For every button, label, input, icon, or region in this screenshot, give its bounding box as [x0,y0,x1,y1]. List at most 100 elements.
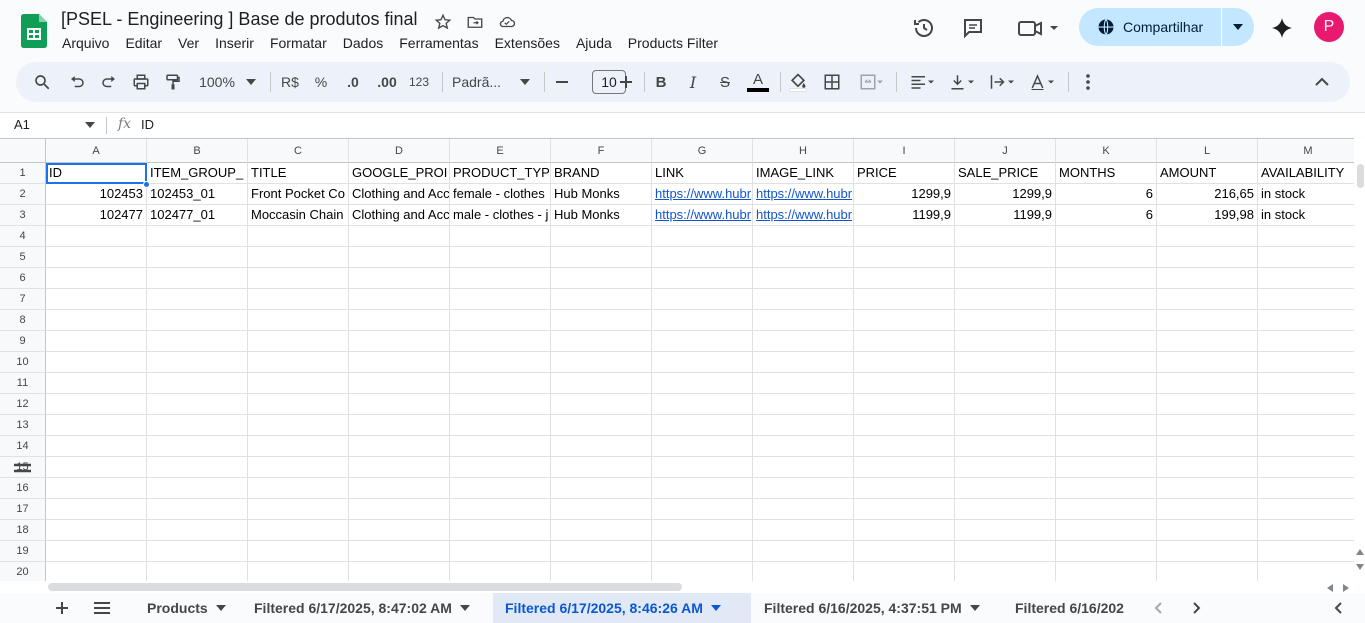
vertical-scroll-thumb[interactable] [1357,164,1364,188]
name-box-caret-icon[interactable] [85,122,95,128]
cell-e7[interactable] [450,289,551,310]
row-header-18[interactable]: 18 [0,520,46,541]
cell-m20[interactable] [1258,562,1354,581]
comments-icon[interactable] [958,13,988,43]
cell-h10[interactable] [753,352,854,373]
cell-d10[interactable] [349,352,450,373]
cell-e12[interactable] [450,394,551,415]
sheet-tab-2[interactable]: Filtered 6/17/2025, 8:47:02 AM [242,593,492,623]
cell-b4[interactable] [147,226,248,247]
cell-i14[interactable] [854,436,955,457]
cell-k2[interactable]: 6 [1056,184,1157,205]
sheet-tab-caret-icon[interactable] [710,605,721,611]
cell-c14[interactable] [248,436,349,457]
cell-a15[interactable] [46,457,147,478]
cell-h20[interactable] [753,562,854,581]
cell-b9[interactable] [147,331,248,352]
cell-f14[interactable] [551,436,652,457]
cell-a16[interactable] [46,478,147,499]
cell-f13[interactable] [551,415,652,436]
cell-h17[interactable] [753,499,854,520]
cell-c20[interactable] [248,562,349,581]
cell-d8[interactable] [349,310,450,331]
cell-i6[interactable] [854,268,955,289]
row-header-13[interactable]: 13 [0,415,46,436]
cell-e16[interactable] [450,478,551,499]
cell-c10[interactable] [248,352,349,373]
cell-h4[interactable] [753,226,854,247]
cell-k19[interactable] [1056,541,1157,562]
cell-m17[interactable] [1258,499,1354,520]
cell-i7[interactable] [854,289,955,310]
cell-m19[interactable] [1258,541,1354,562]
cell-a14[interactable] [46,436,147,457]
cell-d3[interactable]: Clothing and Acc [349,205,450,226]
strikethrough-button[interactable]: S [714,70,736,94]
cell-k12[interactable] [1056,394,1157,415]
cell-c13[interactable] [248,415,349,436]
cell-i5[interactable] [854,247,955,268]
cell-d11[interactable] [349,373,450,394]
cell-e3[interactable]: male - clothes - j [450,205,551,226]
cell-g4[interactable] [652,226,753,247]
cell-c6[interactable] [248,268,349,289]
cell-a9[interactable] [46,331,147,352]
freeze-rows-handle-icon[interactable] [14,463,31,473]
cell-d2[interactable]: Clothing and Acc [349,184,450,205]
cell-j20[interactable] [955,562,1056,581]
cell-l19[interactable] [1157,541,1258,562]
cell-d7[interactable] [349,289,450,310]
cell-l6[interactable] [1157,268,1258,289]
cell-d16[interactable] [349,478,450,499]
redo-icon[interactable] [97,70,121,94]
cell-e20[interactable] [450,562,551,581]
cell-g10[interactable] [652,352,753,373]
cell-c3[interactable]: Moccasin Chain [248,205,349,226]
cell-c16[interactable] [248,478,349,499]
increase-decimal-button[interactable]: .00 [372,70,402,94]
cell-j1[interactable]: SALE_PRICE [955,163,1056,184]
cell-f15[interactable] [551,457,652,478]
cell-l16[interactable] [1157,478,1258,499]
cell-j6[interactable] [955,268,1056,289]
cell-k14[interactable] [1056,436,1157,457]
cell-m2[interactable]: in stock [1258,184,1354,205]
cell-k1[interactable]: MONTHS [1056,163,1157,184]
more-formats-button[interactable]: 123 [406,70,432,94]
row-header-8[interactable]: 8 [0,310,46,331]
cell-e4[interactable] [450,226,551,247]
column-header-a[interactable]: A [46,139,147,163]
row-header-14[interactable]: 14 [0,436,46,457]
cell-j15[interactable] [955,457,1056,478]
cell-l11[interactable] [1157,373,1258,394]
row-header-3[interactable]: 3 [0,205,46,226]
cell-b3[interactable]: 102477_01 [147,205,248,226]
row-header-11[interactable]: 11 [0,373,46,394]
all-sheets-menu-icon[interactable] [90,598,114,618]
cell-j16[interactable] [955,478,1056,499]
scroll-right-arrow-icon[interactable] [1343,584,1349,592]
cell-d4[interactable] [349,226,450,247]
row-header-19[interactable]: 19 [0,541,46,562]
side-panel-collapse-icon[interactable] [1326,598,1350,618]
cell-j2[interactable]: 1299,9 [955,184,1056,205]
cell-j13[interactable] [955,415,1056,436]
italic-button[interactable]: I [682,70,704,94]
cell-d19[interactable] [349,541,450,562]
cell-j3[interactable]: 1199,9 [955,205,1056,226]
cell-f2[interactable]: Hub Monks [551,184,652,205]
menu-arquivo[interactable]: Arquivo [54,33,117,53]
cell-l5[interactable] [1157,247,1258,268]
undo-icon[interactable] [65,70,89,94]
merge-cells-icon[interactable] [854,70,888,94]
menu-editar[interactable]: Editar [117,33,170,53]
cell-l8[interactable] [1157,310,1258,331]
cell-c8[interactable] [248,310,349,331]
cell-h3[interactable]: https://www.hubr [753,205,854,226]
cell-l7[interactable] [1157,289,1258,310]
scroll-up-arrow-icon[interactable] [1356,549,1364,555]
zoom-select[interactable]: 100% [194,70,240,94]
cell-k3[interactable]: 6 [1056,205,1157,226]
cell-m14[interactable] [1258,436,1354,457]
cell-m1[interactable]: AVAILABILITY [1258,163,1354,184]
